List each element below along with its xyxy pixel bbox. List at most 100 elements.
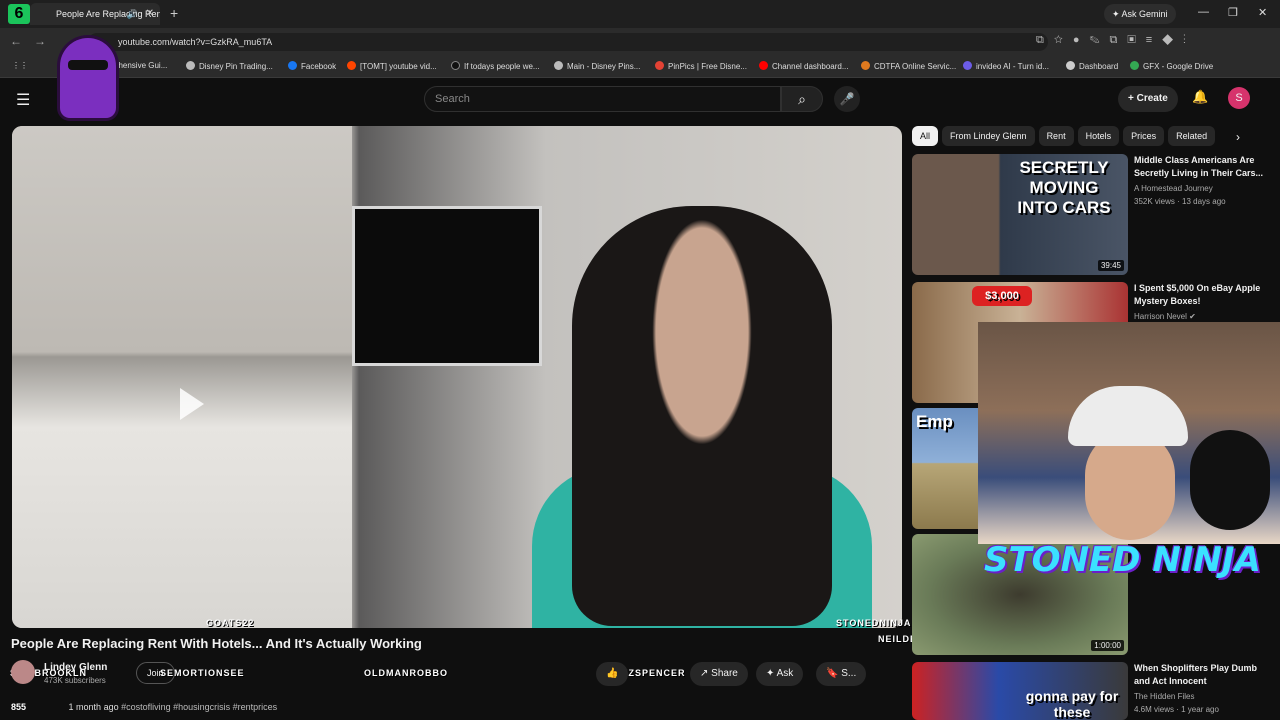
recommendation-title[interactable]: I Spent $5,000 On eBay Apple Mystery Box… bbox=[1134, 282, 1264, 308]
subscriber-count: 473K subscribers bbox=[44, 676, 106, 685]
chip-rent[interactable]: Rent bbox=[1038, 126, 1074, 146]
channel-label: Harrison Nevel bbox=[1134, 312, 1187, 321]
youtube-icon bbox=[759, 61, 768, 70]
recommendation-channel[interactable]: The Hidden Files bbox=[1134, 692, 1194, 701]
bookmark-7[interactable]: Channel dashboard... bbox=[759, 61, 849, 71]
stream-logo: 6 bbox=[8, 4, 30, 24]
bookmark-11[interactable]: GFX - Google Drive bbox=[1130, 61, 1213, 71]
forward-icon[interactable]: → bbox=[34, 34, 46, 48]
chip-hotels[interactable]: Hotels bbox=[1077, 126, 1120, 146]
share-label: Share bbox=[711, 668, 738, 679]
create-button[interactable]: + Create bbox=[1118, 86, 1178, 112]
bookmark-favicon bbox=[186, 61, 195, 70]
bookmark-8[interactable]: CDTFA Online Servic... bbox=[861, 61, 956, 71]
chevron-right-icon[interactable]: › bbox=[1236, 130, 1240, 144]
close-tab-icon[interactable]: ✕ bbox=[146, 3, 154, 25]
share-button[interactable]: ↗ Share bbox=[690, 662, 748, 686]
video-duration: 39:45 bbox=[1097, 260, 1124, 271]
account-avatar[interactable]: S bbox=[1228, 87, 1250, 109]
recommendation-title[interactable]: When Shoplifters Play Dumb and Act Innoc… bbox=[1134, 662, 1264, 688]
video-title: People Are Replacing Rent With Hotels...… bbox=[11, 636, 422, 651]
thumbnail-text: Emp bbox=[916, 412, 953, 431]
bookmark-label: [TOMT] youtube vid... bbox=[360, 62, 437, 71]
chip-related[interactable]: Related bbox=[1168, 126, 1216, 146]
bookmark-5[interactable]: Main - Disney Pins... bbox=[554, 61, 640, 71]
recommendation-item[interactable]: SECRETLY MOVING INTO CARS 39:45 Middle C… bbox=[912, 154, 1276, 276]
monitor-background bbox=[352, 206, 542, 366]
bookmark-2[interactable]: Facebook bbox=[288, 61, 336, 71]
back-icon[interactable]: ← bbox=[10, 34, 22, 48]
bookmark-label: Disney Pin Trading... bbox=[199, 62, 273, 71]
recommendation-thumbnail[interactable]: SECRETLY MOVING INTO CARS 39:45 bbox=[912, 154, 1128, 275]
maximize-button[interactable]: ❐ bbox=[1228, 6, 1238, 19]
facebook-icon bbox=[288, 61, 297, 70]
recommendation-meta: 352K views · 13 days ago bbox=[1134, 197, 1226, 206]
description-preview[interactable]: 855 1 month ago #costofliving #housingcr… bbox=[11, 702, 277, 712]
overlay-name-stonedninja: STONEDNINJA bbox=[836, 618, 912, 628]
bookmark-label: If todays people we... bbox=[464, 62, 540, 71]
bookmark-label: Facebook bbox=[301, 62, 337, 71]
join-button[interactable]: Join bbox=[136, 662, 175, 684]
mickey-plush bbox=[1190, 430, 1270, 530]
view-count: 855 bbox=[11, 702, 27, 712]
search-input[interactable]: Search bbox=[424, 86, 781, 112]
channel-name[interactable]: Lindey Glenn bbox=[44, 662, 107, 673]
bookmark-9[interactable]: invideo AI - Turn id... bbox=[963, 61, 1049, 71]
microphone-icon[interactable]: 🎤 bbox=[834, 86, 860, 112]
filter-chips: All From Lindey Glenn Rent Hotels Prices Rela… bbox=[912, 126, 1252, 148]
stoned-ninja-banner: STONED NINJA bbox=[984, 540, 1261, 580]
video-presenter bbox=[572, 206, 832, 626]
browser-tab-bar: 6 People Are Replacing Rent 🔊 ✕ + ✦ Ask … bbox=[0, 0, 1280, 28]
chip-all[interactable]: All bbox=[912, 126, 939, 146]
tiktok-icon bbox=[451, 61, 460, 70]
bookmark-4[interactable]: If todays people we... bbox=[451, 61, 540, 71]
thumbnail-text: gonna pay for these bbox=[1025, 688, 1119, 720]
kitchen-background bbox=[12, 126, 352, 628]
browser-tab[interactable]: People Are Replacing Rent 🔊 ✕ bbox=[30, 3, 160, 25]
recommendation-meta: 4.6M views · 1 year ago bbox=[1134, 705, 1219, 714]
bookmark-1[interactable]: Disney Pin Trading... bbox=[186, 61, 273, 71]
bookmark-10[interactable]: Dashboard bbox=[1066, 61, 1118, 71]
address-bar-row: ← → youtube.com/watch?v=GzkRA_mu6TA ⧉☆●✎… bbox=[0, 28, 1280, 56]
search-icon[interactable]: ⌕ bbox=[781, 86, 823, 112]
new-tab-button[interactable]: + bbox=[170, 5, 178, 21]
notifications-bell-icon[interactable]: 🔔 bbox=[1192, 89, 1208, 105]
bookmark-6[interactable]: PinPics | Free Disne... bbox=[655, 61, 747, 71]
hashtags[interactable]: #costofliving #housingcrisis #rentprices bbox=[121, 702, 277, 712]
ask-gemini-button[interactable]: ✦ Ask Gemini bbox=[1104, 4, 1176, 24]
like-button[interactable]: 👍 bbox=[596, 662, 629, 686]
invideo-icon bbox=[963, 61, 972, 70]
overlay-name-goats22: GOATS22 bbox=[206, 618, 255, 628]
bookmark-label: Channel dashboard... bbox=[772, 62, 849, 71]
dashboard-icon bbox=[1066, 61, 1075, 70]
bookmark-label: PinPics | Free Disne... bbox=[668, 62, 747, 71]
extension-icons[interactable]: ⧉☆●✎⧉▣≡◆⋮ bbox=[1036, 34, 1196, 47]
pinpics-icon bbox=[655, 61, 664, 70]
share-icon: ↗ bbox=[700, 668, 709, 679]
google-drive-icon bbox=[1130, 61, 1139, 70]
close-window-button[interactable]: ✕ bbox=[1258, 6, 1267, 19]
recommendation-item[interactable]: gonna pay for these When Shoplifters Pla… bbox=[912, 662, 1276, 720]
chip-prices[interactable]: Prices bbox=[1123, 126, 1165, 146]
recommendation-channel[interactable]: A Homestead Journey bbox=[1134, 184, 1213, 193]
bookmark-3[interactable]: [TOMT] youtube vid... bbox=[347, 61, 437, 71]
channel-avatar[interactable] bbox=[11, 660, 35, 684]
ask-button[interactable]: ✦ Ask bbox=[756, 662, 804, 686]
recommendation-title[interactable]: Middle Class Americans Are Secretly Livi… bbox=[1134, 154, 1264, 180]
menu-icon[interactable]: ☰ bbox=[16, 90, 30, 110]
bookmarks-bar: ⋮⋮ Comprehensive Gui... Disney Pin Tradi… bbox=[0, 56, 1280, 78]
recommendation-thumbnail[interactable]: gonna pay for these bbox=[912, 662, 1128, 720]
minimize-button[interactable]: — bbox=[1198, 6, 1209, 18]
save-button[interactable]: 🔖 S... bbox=[816, 662, 867, 686]
overlay-name-oldman: OLDMANROBBO bbox=[364, 668, 448, 678]
bookmark-label: invideo AI - Turn id... bbox=[976, 62, 1049, 71]
chip-from-lindey-glenn[interactable]: From Lindey Glenn bbox=[942, 126, 1035, 146]
play-icon[interactable] bbox=[180, 388, 204, 420]
recommendation-channel[interactable]: Harrison Nevel ✔ bbox=[1134, 312, 1196, 321]
speaker-icon[interactable]: 🔊 bbox=[127, 3, 138, 25]
bookmark-icon: 🔖 bbox=[826, 668, 839, 679]
url-field[interactable]: youtube.com/watch?v=GzkRA_mu6TA bbox=[88, 33, 1048, 51]
apps-icon[interactable]: ⋮⋮ bbox=[12, 61, 28, 70]
video-player[interactable] bbox=[12, 126, 902, 628]
sparkle-icon: ✦ bbox=[766, 668, 775, 679]
